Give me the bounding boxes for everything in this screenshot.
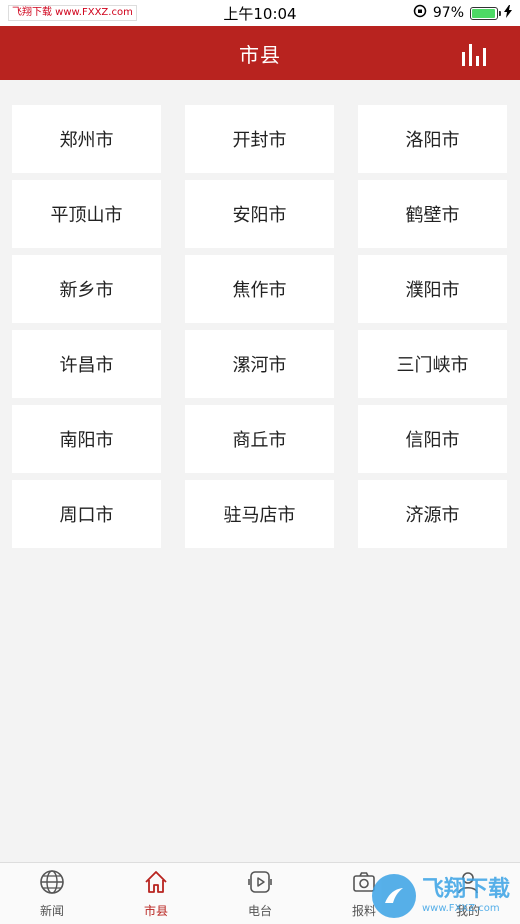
city-cell[interactable]: 济源市 xyxy=(358,480,507,548)
battery-fill xyxy=(472,8,496,18)
city-cell[interactable]: 周口市 xyxy=(12,480,161,548)
home-icon xyxy=(142,868,170,899)
watermark-logo-icon xyxy=(371,874,416,918)
nav-bar: 市县 xyxy=(0,26,520,80)
bar-chart-icon[interactable] xyxy=(458,38,490,66)
tab-news[interactable]: 新闻 xyxy=(0,868,104,919)
battery-icon xyxy=(470,6,501,20)
city-cell[interactable]: 开封市 xyxy=(185,105,334,173)
radio-icon xyxy=(246,868,274,899)
tab-label: 电台 xyxy=(247,904,272,918)
chart-bar xyxy=(462,52,465,66)
city-cell[interactable]: 新乡市 xyxy=(12,255,161,323)
watermark-text: 飞翔下载 www.FXXZ.com xyxy=(421,877,510,914)
watermark-badge: 飞翔下载 www.FXXZ.com xyxy=(8,5,137,21)
city-cell[interactable]: 漯河市 xyxy=(185,330,334,398)
tab-radio[interactable]: 电台 xyxy=(208,868,312,919)
city-cell[interactable]: 驻马店市 xyxy=(185,480,334,548)
charging-bolt-icon xyxy=(504,4,512,22)
orientation-lock-icon xyxy=(413,4,427,22)
city-cell[interactable]: 洛阳市 xyxy=(358,105,507,173)
status-left: 飞翔下载 www.FXXZ.com xyxy=(8,5,137,21)
city-grid: 郑州市 开封市 洛阳市平顶山市 安阳市 鹤壁市新乡市 焦作市 濮阳市许昌市 漯河市 三门峡市南阳… xyxy=(12,105,508,548)
city-cell[interactable]: 郑州市 xyxy=(12,105,161,173)
city-cell[interactable]: 濮阳市 xyxy=(358,255,507,323)
city-cell[interactable]: 南阳市 xyxy=(12,405,161,473)
battery-percent: 97% xyxy=(432,5,464,21)
tab-label: 新闻 xyxy=(39,904,64,918)
watermark-sub: www.FXXZ.com xyxy=(421,902,500,914)
status-right: 97% xyxy=(413,4,512,22)
city-cell[interactable]: 商丘市 xyxy=(185,405,334,473)
city-cell[interactable]: 三门峡市 xyxy=(358,330,507,398)
tab-label: 市县 xyxy=(143,904,168,918)
globe-icon xyxy=(38,868,66,899)
tab-cities[interactable]: 市县 xyxy=(104,868,208,919)
city-cell[interactable]: 信阳市 xyxy=(358,405,507,473)
city-cell[interactable]: 安阳市 xyxy=(185,180,334,248)
city-cell[interactable]: 焦作市 xyxy=(185,255,334,323)
city-cell[interactable]: 鹤壁市 xyxy=(358,180,507,248)
corner-watermark: 飞翔下载 www.FXXZ.com xyxy=(371,874,510,918)
chart-bar xyxy=(483,48,486,66)
chart-bar xyxy=(476,56,479,66)
status-bar: 飞翔下载 www.FXXZ.com 上午10:04 97% xyxy=(0,0,520,26)
city-cell[interactable]: 许昌市 xyxy=(12,330,161,398)
city-cell[interactable]: 平顶山市 xyxy=(12,180,161,248)
chart-bar xyxy=(469,44,472,66)
watermark-main: 飞翔下载 xyxy=(421,877,510,903)
page-title: 市县 xyxy=(239,42,281,67)
